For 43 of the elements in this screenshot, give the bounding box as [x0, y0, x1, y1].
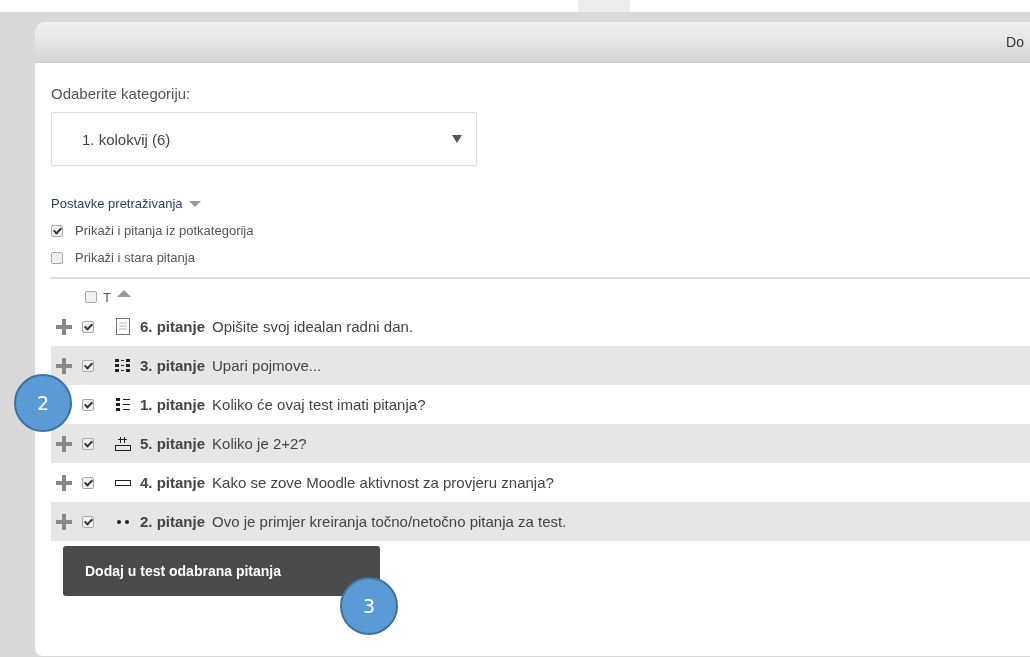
select-all-checkbox[interactable] — [85, 291, 97, 303]
plus-icon[interactable] — [56, 357, 72, 374]
checkbox[interactable] — [82, 476, 94, 489]
checkbox[interactable] — [82, 437, 94, 450]
text-field-icon — [115, 479, 131, 486]
caret-icon — [452, 135, 462, 143]
checkbox[interactable] — [51, 224, 63, 237]
list-icon — [116, 397, 130, 412]
option-label: Prikaži i pitanja iz potkategorija — [75, 223, 254, 238]
question-name: 5. pitanje — [140, 435, 206, 452]
category-label: Odaberite kategoriju: — [51, 85, 192, 102]
dialog-title: Do — [1006, 34, 1025, 50]
question-text: Koliko je 2+2? — [212, 435, 307, 452]
caret-icon — [188, 200, 201, 207]
sort-ascending-icon — [116, 289, 131, 297]
two-dots-icon — [117, 519, 129, 524]
checkbox[interactable] — [82, 398, 94, 411]
question-text: Opišite svoj idealan radni dan. — [212, 318, 413, 335]
document-icon — [116, 318, 130, 335]
question-name: 4. pitanje — [140, 474, 206, 491]
question-name: 6. pitanje — [140, 318, 206, 335]
type-column-header[interactable]: T — [103, 289, 111, 305]
plus-icon[interactable] — [56, 318, 72, 335]
plus-icon[interactable] — [56, 513, 72, 530]
numerical-icon — [115, 436, 131, 451]
question-name: 3. pitanje — [140, 357, 206, 374]
category-select[interactable]: 1. kolokvij (6) — [51, 112, 477, 166]
question-text: Upari pojmove... — [212, 357, 322, 374]
question-text: Ovo je primjer kreiranja točno/netočno pitanja za test. — [212, 513, 567, 530]
question-name: 1. pitanje — [140, 396, 206, 413]
checkbox[interactable] — [82, 515, 94, 528]
question-text: Koliko će ovaj test imati pitanja? — [212, 396, 426, 413]
checkbox[interactable] — [51, 251, 63, 264]
question-text: Kako se zove Moodle aktivnost za provjeru znanja? — [212, 474, 554, 491]
plus-icon[interactable] — [56, 435, 72, 452]
search-options-link[interactable]: Postavke pretraživanja — [51, 196, 183, 211]
checkbox[interactable] — [82, 359, 94, 372]
option-label: Prikaži i stara pitanja — [75, 250, 195, 265]
add-selected-questions-button[interactable]: Dodaj u test odabrana pitanja — [63, 546, 380, 596]
matching-icon — [115, 358, 131, 373]
question-name: 2. pitanje — [140, 513, 206, 530]
checkbox[interactable] — [82, 320, 94, 333]
plus-icon[interactable] — [56, 474, 72, 491]
